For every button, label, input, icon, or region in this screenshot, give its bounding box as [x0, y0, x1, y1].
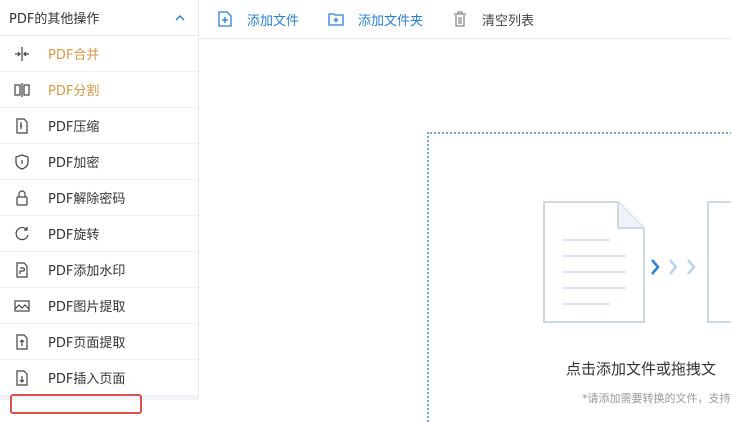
add-file-button[interactable]: 添加文件	[216, 10, 299, 29]
sidebar-item-merge[interactable]: PDF合并	[0, 36, 198, 72]
sidebar-item-label: PDF页面提取	[48, 336, 126, 351]
sidebar-item-page-extract[interactable]: PDF页面提取	[0, 324, 198, 360]
add-folder-button[interactable]: 添加文件夹	[327, 10, 423, 29]
sidebar: PDF的其他操作 PDF合并 PDF分割 PDF压缩 PDF加密 PDF解除密码…	[0, 0, 199, 414]
add-folder-icon	[327, 10, 345, 28]
sidebar-item-rotate[interactable]: PDF旋转	[0, 216, 198, 252]
lock-icon	[12, 188, 32, 208]
rotate-icon	[12, 224, 32, 244]
sidebar-item-label: PDF分割	[48, 84, 100, 99]
conversion-illustration	[540, 200, 731, 334]
sidebar-item-page-insert[interactable]: PDF插入页面	[0, 360, 198, 396]
page-insert-icon	[12, 368, 32, 388]
watermark-icon	[12, 260, 32, 280]
sidebar-header[interactable]: PDF的其他操作	[0, 0, 198, 36]
sidebar-item-compress[interactable]: PDF压缩	[0, 108, 198, 144]
image-icon	[12, 296, 32, 316]
sidebar-item-split[interactable]: PDF分割	[0, 72, 198, 108]
sidebar-item-label: PDF插入页面	[48, 372, 126, 387]
sidebar-item-label: PDF解除密码	[48, 192, 126, 207]
sidebar-item-label: PDF压缩	[48, 120, 100, 135]
merge-icon	[12, 44, 32, 64]
chevron-up-icon[interactable]	[174, 12, 186, 24]
trash-icon	[451, 10, 469, 28]
page-extract-icon	[12, 332, 32, 352]
add-folder-label: 添加文件夹	[358, 13, 424, 29]
sidebar-item-image-extract[interactable]: PDF图片提取	[0, 288, 198, 324]
clear-list-label: 清空列表	[482, 13, 535, 29]
drop-zone-instruction: 点击添加文件或拖拽文	[566, 360, 717, 378]
sidebar-item-label: PDF添加水印	[48, 264, 126, 279]
sidebar-item-label: PDF加密	[48, 156, 100, 171]
sidebar-item-unlock[interactable]: PDF解除密码	[0, 180, 198, 216]
sidebar-item-label: PDF合并	[48, 48, 100, 63]
split-icon	[12, 80, 32, 100]
compress-icon	[12, 116, 32, 136]
clear-list-button[interactable]: 清空列表	[451, 10, 534, 29]
shield-icon	[12, 152, 32, 172]
sidebar-item-encrypt[interactable]: PDF加密	[0, 144, 198, 180]
add-file-icon	[216, 10, 234, 28]
sidebar-title: PDF的其他操作	[9, 12, 100, 27]
sidebar-item-watermark[interactable]: PDF添加水印	[0, 252, 198, 288]
arrow-icon	[651, 259, 660, 275]
drop-zone-hint: *请添加需要转换的文件，支持	[582, 392, 731, 405]
sidebar-item-label: PDF旋转	[48, 228, 100, 243]
selection-outline	[10, 394, 142, 414]
toolbar: 添加文件 添加文件夹 清空列表	[199, 0, 731, 39]
add-file-label: 添加文件	[247, 13, 300, 29]
sidebar-item-label: PDF图片提取	[48, 300, 126, 315]
